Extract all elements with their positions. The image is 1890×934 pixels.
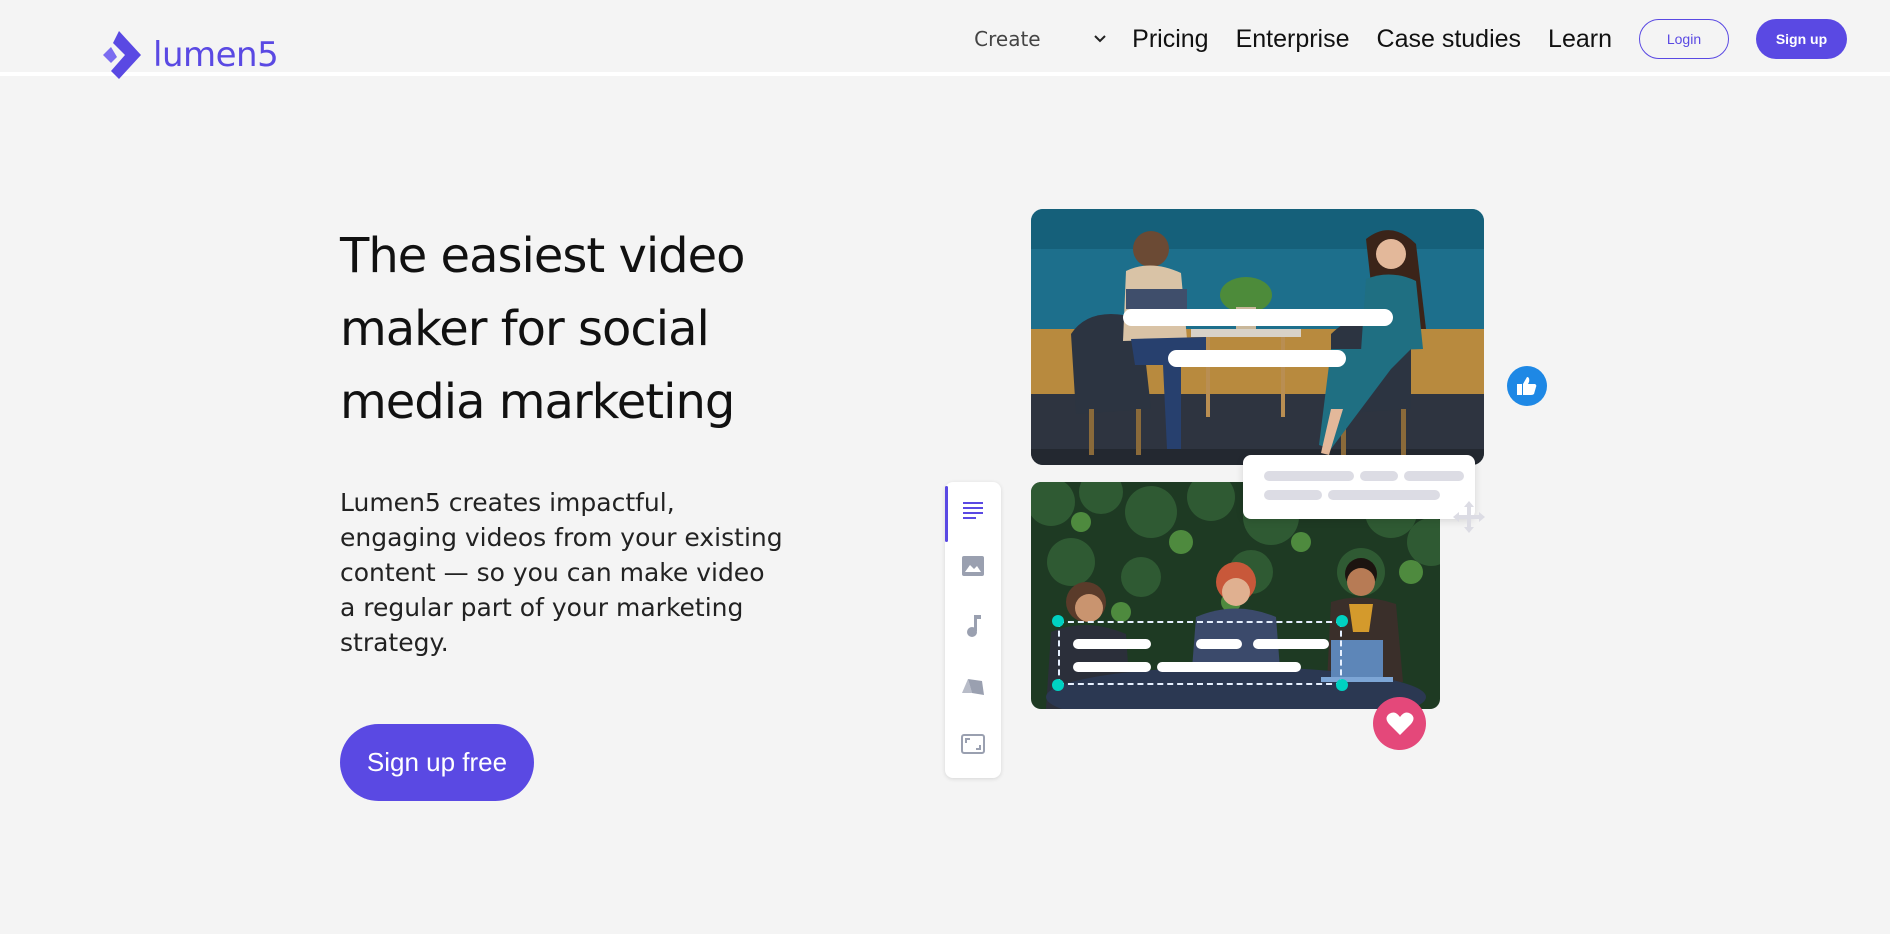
resize-icon[interactable] [959,730,987,758]
hero-title: The easiest video maker for social media… [340,228,746,430]
music-icon[interactable] [959,612,987,640]
image-icon[interactable] [959,552,987,580]
create-label: Create [974,27,1041,51]
thumbs-up-icon [1507,366,1547,406]
resize-handle[interactable] [1336,615,1348,627]
signup-button[interactable]: Sign up [1756,19,1847,59]
lumen5-logo[interactable]: lumen5 [93,29,279,81]
text-icon[interactable] [959,496,987,524]
resize-handle[interactable] [1052,615,1064,627]
logo-icon [103,31,141,79]
hero-subtitle: Lumen5 creates impactful, engaging video… [340,488,783,657]
active-tool-indicator [945,486,948,542]
main-nav: Create Pricing Enterprise Case studies L… [968,18,1847,60]
text-selection-box[interactable] [1058,621,1342,685]
nav-pricing[interactable]: Pricing [1132,25,1208,54]
chevron-down-icon [1094,31,1106,47]
resize-handle[interactable] [1052,679,1064,691]
video-scene-photo-1 [1031,209,1484,465]
nav-learn[interactable]: Learn [1548,25,1612,54]
create-dropdown[interactable]: Create [968,21,1112,57]
login-button[interactable]: Login [1639,19,1729,59]
hero-illustration [940,205,1560,785]
move-icon[interactable] [1453,501,1485,538]
heart-icon [1373,697,1426,750]
nav-case-studies[interactable]: Case studies [1377,25,1522,54]
text-placeholder-card [1243,455,1475,519]
editor-toolbar [945,482,1001,778]
site-header: lumen5 Create Pricing Enterprise Case st… [0,0,1890,79]
signup-free-button[interactable]: Sign up free [340,724,534,801]
resize-handle[interactable] [1336,679,1348,691]
nav-enterprise[interactable]: Enterprise [1236,25,1350,54]
style-icon[interactable] [959,672,987,700]
brand-name: lumen5 [153,35,279,75]
